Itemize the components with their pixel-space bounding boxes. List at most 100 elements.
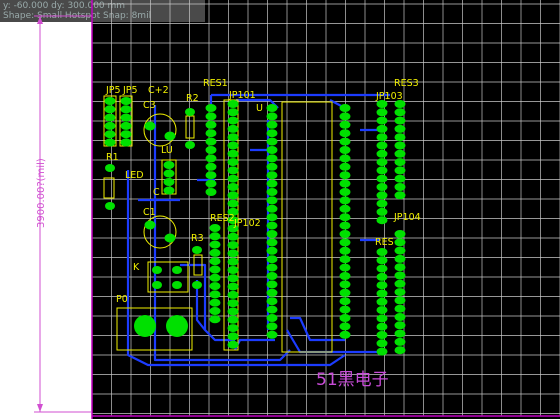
pad (394, 254, 406, 263)
pad (376, 158, 388, 167)
pad (227, 149, 239, 158)
pad (376, 191, 388, 200)
pad (339, 230, 351, 238)
pad (209, 265, 221, 274)
pad (394, 246, 406, 255)
pad (227, 133, 239, 142)
pad (105, 164, 115, 172)
pad (152, 281, 162, 289)
pad (376, 331, 388, 339)
pad (227, 191, 239, 200)
pad (227, 199, 239, 208)
label-jp101: JP101 (228, 90, 256, 101)
pad (152, 266, 162, 274)
pad (266, 129, 278, 138)
pad (376, 256, 388, 265)
pad (227, 315, 239, 324)
pad (394, 124, 406, 133)
pad (205, 162, 217, 171)
pad (163, 169, 175, 178)
pad (394, 329, 406, 338)
pad (266, 297, 278, 306)
pad (227, 324, 239, 333)
pad (266, 322, 278, 331)
pad (120, 138, 132, 147)
pad (120, 113, 132, 122)
pad (339, 314, 351, 322)
pad (394, 149, 406, 158)
pad (394, 133, 406, 142)
pad (394, 313, 406, 321)
pad (172, 281, 182, 289)
pad (339, 154, 351, 163)
pad (227, 166, 239, 175)
pad (376, 297, 388, 306)
label-p0: P0 (116, 294, 128, 305)
pad (266, 213, 278, 222)
pad (339, 221, 351, 230)
pad (185, 141, 195, 149)
pad (164, 233, 176, 243)
pad (376, 207, 388, 216)
label-lu: LU (161, 145, 173, 156)
pad (266, 188, 278, 196)
pad (394, 230, 406, 238)
pad (266, 171, 278, 180)
pad (209, 240, 221, 249)
pad (339, 238, 351, 247)
pad (120, 121, 132, 130)
pad (227, 158, 239, 167)
pad (376, 108, 388, 117)
pad (266, 196, 278, 205)
pad (266, 255, 278, 264)
pad (227, 116, 239, 125)
pad (339, 246, 351, 255)
pad (209, 248, 221, 257)
pcb-canvas[interactable]: 3900.00?(mil) JP5 JP5 C+2 C3 R2 RES1 JP1… (0, 0, 560, 419)
pad (144, 121, 156, 131)
pad (266, 137, 278, 146)
pad (227, 141, 239, 150)
pad (227, 332, 239, 341)
pad (394, 238, 406, 247)
pad (105, 202, 115, 210)
grid (91, 0, 560, 416)
pad (209, 307, 221, 315)
pad (339, 120, 351, 129)
pad (376, 339, 388, 348)
pad (266, 146, 278, 154)
pad (394, 108, 406, 117)
pad (266, 120, 278, 129)
pad (376, 141, 388, 150)
watermark-text: 51黑电子 (316, 370, 389, 390)
pad (339, 280, 351, 289)
pad (166, 315, 188, 337)
pad (192, 246, 202, 254)
pad (227, 108, 239, 117)
pad (266, 154, 278, 163)
pad (205, 171, 217, 180)
label-r3: R3 (191, 233, 204, 244)
pad (339, 288, 351, 297)
pad (376, 281, 388, 290)
pad (227, 183, 239, 191)
pad (339, 297, 351, 306)
pad (339, 104, 351, 112)
pad (227, 266, 239, 274)
pad (266, 246, 278, 255)
pad (339, 146, 351, 154)
pad (266, 314, 278, 322)
pad (376, 264, 388, 273)
pad (394, 279, 406, 288)
label-jp104: JP104 (393, 212, 421, 223)
pad (209, 273, 221, 282)
pad (209, 232, 221, 241)
pad (205, 137, 217, 146)
dimension-label: 3900.00?(mil) (36, 158, 47, 228)
pad (376, 248, 388, 256)
pad (339, 137, 351, 146)
pad (376, 272, 388, 281)
pad (376, 149, 388, 158)
pad (339, 322, 351, 331)
pad (227, 100, 239, 108)
